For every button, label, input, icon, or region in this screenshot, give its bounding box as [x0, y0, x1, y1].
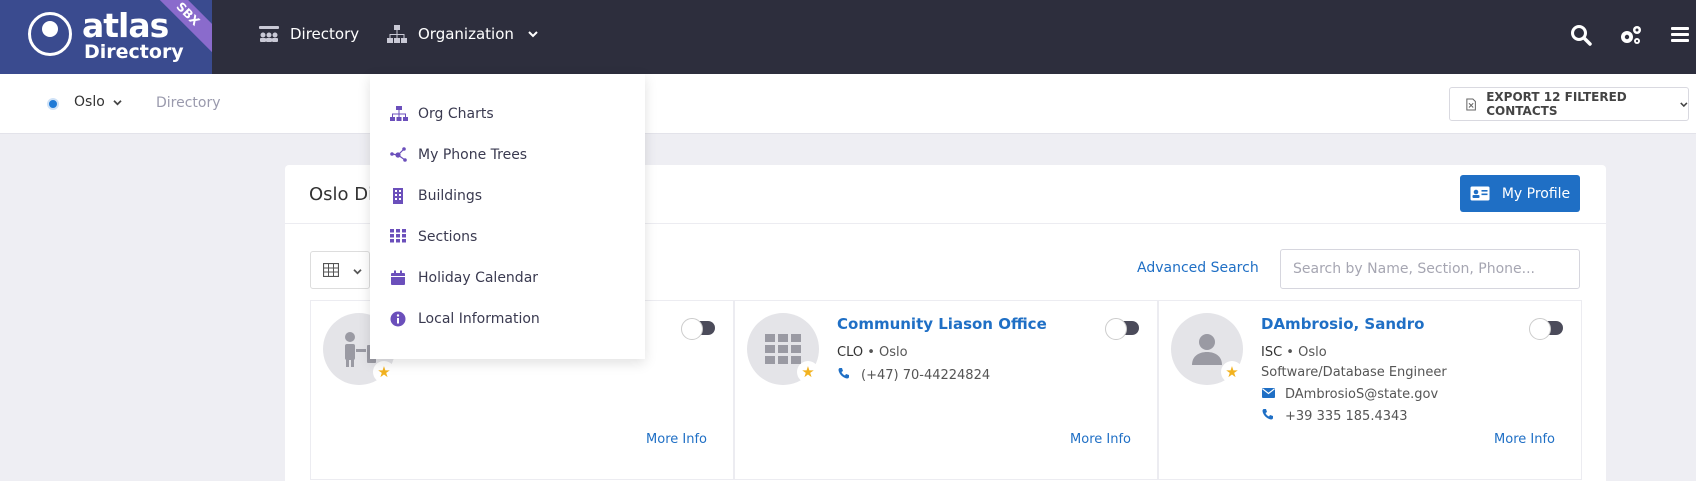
organization-dropdown-menu: Org Charts My Phone Trees Buildings Sect…: [370, 74, 645, 359]
contact-card[interactable]: ★ Community Liason Office CLO • Oslo (+4…: [734, 300, 1158, 480]
phone-icon: [837, 367, 851, 383]
logo-title: atlas: [82, 6, 169, 45]
org-chart-icon: [390, 106, 408, 122]
phone-icon: [1261, 408, 1275, 424]
location-name: Oslo: [74, 94, 105, 110]
contact-location: Oslo: [879, 345, 908, 360]
select-toggle[interactable]: [1105, 318, 1139, 340]
grid-icon: [765, 334, 801, 364]
chevron-down-icon: [113, 100, 122, 106]
org-chart-icon: [386, 24, 408, 44]
logo-subtitle: Directory: [84, 41, 184, 63]
search-icon[interactable]: [1570, 24, 1592, 46]
search-input[interactable]: [1280, 249, 1580, 289]
menu-item-label: Holiday Calendar: [418, 270, 539, 286]
export-label: EXPORT 12 FILTERED CONTACTS: [1486, 90, 1627, 118]
menu-item-buildings[interactable]: Buildings: [390, 188, 482, 204]
contact-phone: (+47) 70-44224824: [861, 367, 991, 383]
table-icon: [323, 263, 339, 277]
select-toggle[interactable]: [1529, 318, 1563, 340]
info-icon: [390, 311, 406, 327]
envelope-icon: [1261, 387, 1275, 402]
contact-card[interactable]: ★ DAmbrosio, Sandro ISC • Oslo Software/…: [1158, 300, 1582, 480]
nav-directory[interactable]: Directory: [258, 24, 359, 44]
contact-email-row[interactable]: DAmbrosioS@state.gov: [1261, 387, 1438, 402]
menu-item-phone-trees[interactable]: My Phone Trees: [390, 147, 527, 163]
chevron-down-icon: [528, 27, 538, 41]
contact-name[interactable]: DAmbrosio, Sandro: [1261, 315, 1424, 333]
person-icon: [1192, 334, 1222, 365]
chevron-down-icon: [1680, 101, 1688, 107]
advanced-search-link[interactable]: Advanced Search: [1137, 260, 1259, 276]
menu-item-label: Org Charts: [418, 106, 494, 122]
contact-section: CLO: [837, 345, 864, 360]
favorite-star-icon[interactable]: ★: [373, 361, 395, 383]
globe-icon: [28, 12, 72, 56]
building-icon: [390, 188, 406, 204]
contact-phone: +39 335 185.4343: [1285, 408, 1408, 424]
top-navbar: atlas Directory SBX Directory Organizati…: [0, 0, 1696, 74]
excel-file-icon: [1466, 97, 1476, 111]
location-dot-icon: [47, 98, 59, 110]
breadcrumb[interactable]: Directory: [156, 95, 221, 111]
menu-item-sections[interactable]: Sections: [390, 229, 477, 245]
gears-icon[interactable]: [1619, 24, 1641, 46]
menu-item-holiday-calendar[interactable]: Holiday Calendar: [390, 270, 538, 286]
menu-item-label: Local Information: [418, 311, 540, 327]
more-info-link[interactable]: More Info: [646, 432, 707, 447]
location-selector[interactable]: Oslo: [74, 94, 122, 110]
id-card-icon: [1470, 186, 1490, 201]
contact-location: Oslo: [1298, 345, 1327, 360]
contact-phone-row[interactable]: (+47) 70-44224824: [837, 367, 990, 383]
people-group-icon: [258, 24, 280, 44]
breadcrumb-bar: Oslo Directory EXPORT 12 FILTERED CONTAC…: [0, 74, 1696, 134]
select-toggle[interactable]: [681, 318, 715, 340]
nav-organization[interactable]: Organization: [386, 24, 538, 44]
app-logo[interactable]: atlas Directory SBX: [0, 0, 212, 74]
menu-item-local-information[interactable]: Local Information: [390, 311, 540, 327]
contact-section: ISC: [1261, 345, 1283, 360]
contact-email: DAmbrosioS@state.gov: [1285, 387, 1439, 402]
contact-section-line: CLO • Oslo: [837, 345, 908, 360]
menu-icon[interactable]: [1670, 24, 1692, 46]
my-profile-button[interactable]: My Profile: [1460, 175, 1580, 212]
nav-directory-label: Directory: [290, 25, 360, 43]
contact-title: Software/Database Engineer: [1261, 365, 1447, 380]
favorite-star-icon[interactable]: ★: [797, 361, 819, 383]
nav-organization-label: Organization: [418, 25, 514, 43]
export-contacts-button[interactable]: EXPORT 12 FILTERED CONTACTS: [1449, 87, 1689, 121]
grid-icon: [390, 229, 406, 245]
favorite-star-icon[interactable]: ★: [1221, 361, 1243, 383]
chevron-down-icon: [353, 269, 362, 275]
nodes-icon: [390, 147, 407, 163]
contact-name[interactable]: Community Liason Office: [837, 315, 1047, 333]
contact-section-line: ISC • Oslo: [1261, 345, 1327, 360]
page-title: Oslo Di: [309, 184, 374, 205]
my-profile-label: My Profile: [1501, 185, 1571, 202]
more-info-link[interactable]: More Info: [1070, 432, 1131, 447]
contact-phone-row[interactable]: +39 335 185.4343: [1261, 408, 1408, 424]
menu-item-label: Sections: [418, 229, 478, 245]
menu-item-label: My Phone Trees: [418, 147, 528, 163]
calendar-icon: [390, 270, 406, 286]
view-toggle[interactable]: [310, 251, 370, 289]
menu-item-org-charts[interactable]: Org Charts: [390, 106, 494, 122]
menu-item-label: Buildings: [418, 188, 483, 204]
more-info-link[interactable]: More Info: [1494, 432, 1555, 447]
